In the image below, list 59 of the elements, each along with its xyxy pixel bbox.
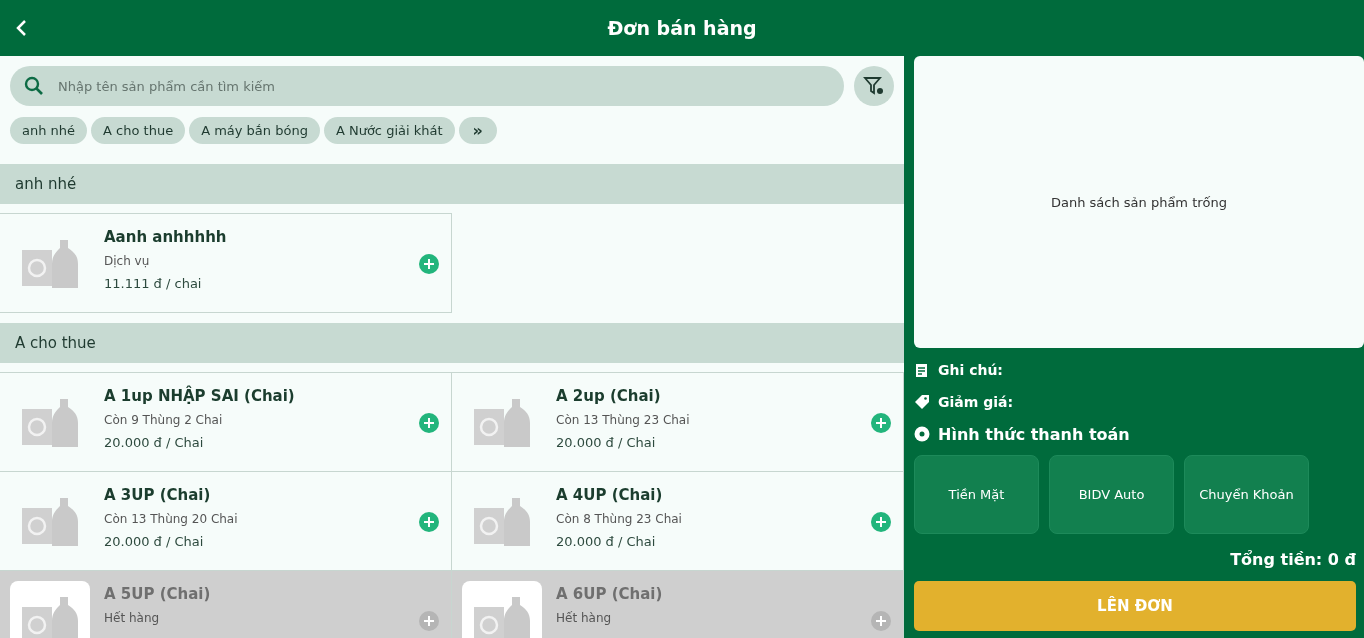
add-button[interactable]	[419, 254, 439, 274]
product-price: 20.000 đ / Chai	[556, 534, 656, 549]
add-button[interactable]	[871, 413, 891, 433]
product-stock: Còn 13 Thùng 20 Chai	[104, 512, 238, 526]
product-stock: Hết hàng	[556, 611, 612, 625]
plus-icon	[424, 616, 434, 626]
product-price: 20.000 đ / Chai	[104, 435, 204, 450]
plus-icon	[876, 517, 886, 527]
empty-cart-message: Danh sách sản phẩm trống	[1050, 194, 1228, 210]
product-name: A 1up NHẬP SAI (Chai)	[104, 387, 295, 405]
product-stock: Còn 9 Thùng 2 Chai	[104, 413, 223, 427]
search-field[interactable]: Nhập tên sản phẩm cần tìm kiếm	[10, 66, 844, 106]
payment-method-button[interactable]: Tiền Mặt	[914, 455, 1039, 534]
product-stock: Còn 8 Thùng 23 Chai	[556, 512, 682, 526]
product-stock: Hết hàng	[104, 611, 160, 625]
product-price: 20.000 đ / Chai	[104, 534, 204, 549]
add-button[interactable]	[419, 611, 439, 631]
product-price: 11.111 đ / chai	[104, 276, 202, 291]
more-categories-button[interactable]: »	[458, 117, 497, 144]
payment-label: Hình thức thanh toán	[938, 424, 1130, 444]
add-button[interactable]	[871, 512, 891, 532]
discount-label: Giảm giá:	[938, 394, 1014, 410]
product-card[interactable]: A 2up (Chai) Còn 13 Thùng 23 Chai 20.000 đ / Chai	[451, 372, 904, 472]
page-title: Đơn bán hàng	[607, 17, 757, 39]
add-button[interactable]	[871, 611, 891, 631]
chevron-left-icon	[15, 19, 29, 37]
filter-settings-button[interactable]	[854, 66, 894, 106]
product-name: A 5UP (Chai)	[104, 585, 211, 603]
plus-icon	[876, 616, 886, 626]
category-header: anh nhé	[0, 164, 904, 204]
category-chip[interactable]: A cho thue	[91, 117, 186, 144]
product-stock: Còn 13 Thùng 23 Chai	[556, 413, 690, 427]
plus-icon	[876, 418, 886, 428]
total-amount: Tổng tiền: 0 đ	[1229, 550, 1356, 569]
search-icon	[24, 76, 44, 96]
payment-method-button[interactable]: Chuyển Khoản	[1184, 455, 1309, 534]
plus-icon	[424, 259, 434, 269]
product-price: 20.000 đ / Chai	[556, 435, 656, 450]
product-name: A 2up (Chai)	[556, 387, 661, 405]
product-name: A 6UP (Chai)	[556, 585, 663, 603]
payment-method-button[interactable]: BIDV Auto	[1049, 455, 1174, 534]
category-chip[interactable]: A máy bắn bóng	[189, 117, 320, 144]
category-chip[interactable]: anh nhé	[10, 117, 88, 144]
product-name: Aanh anhhhhh	[104, 228, 227, 246]
plus-icon	[424, 517, 434, 527]
product-card[interactable]: A 5UP (Chai) Hết hàng	[0, 570, 452, 638]
product-card[interactable]: A 6UP (Chai) Hết hàng	[451, 570, 904, 638]
tag-icon	[914, 394, 930, 410]
product-card[interactable]: Aanh anhhhhh Dịch vụ 11.111 đ / chai	[0, 213, 452, 313]
note-icon	[914, 362, 930, 378]
product-stock: Dịch vụ	[104, 254, 150, 268]
note-label: Ghi chú:	[938, 362, 1003, 378]
plus-icon	[424, 418, 434, 428]
category-header: A cho thue	[0, 323, 904, 363]
category-chip[interactable]: A Nước giải khát	[323, 117, 455, 144]
add-button[interactable]	[419, 512, 439, 532]
product-name: A 3UP (Chai)	[104, 486, 211, 504]
add-button[interactable]	[419, 413, 439, 433]
product-name: A 4UP (Chai)	[556, 486, 663, 504]
